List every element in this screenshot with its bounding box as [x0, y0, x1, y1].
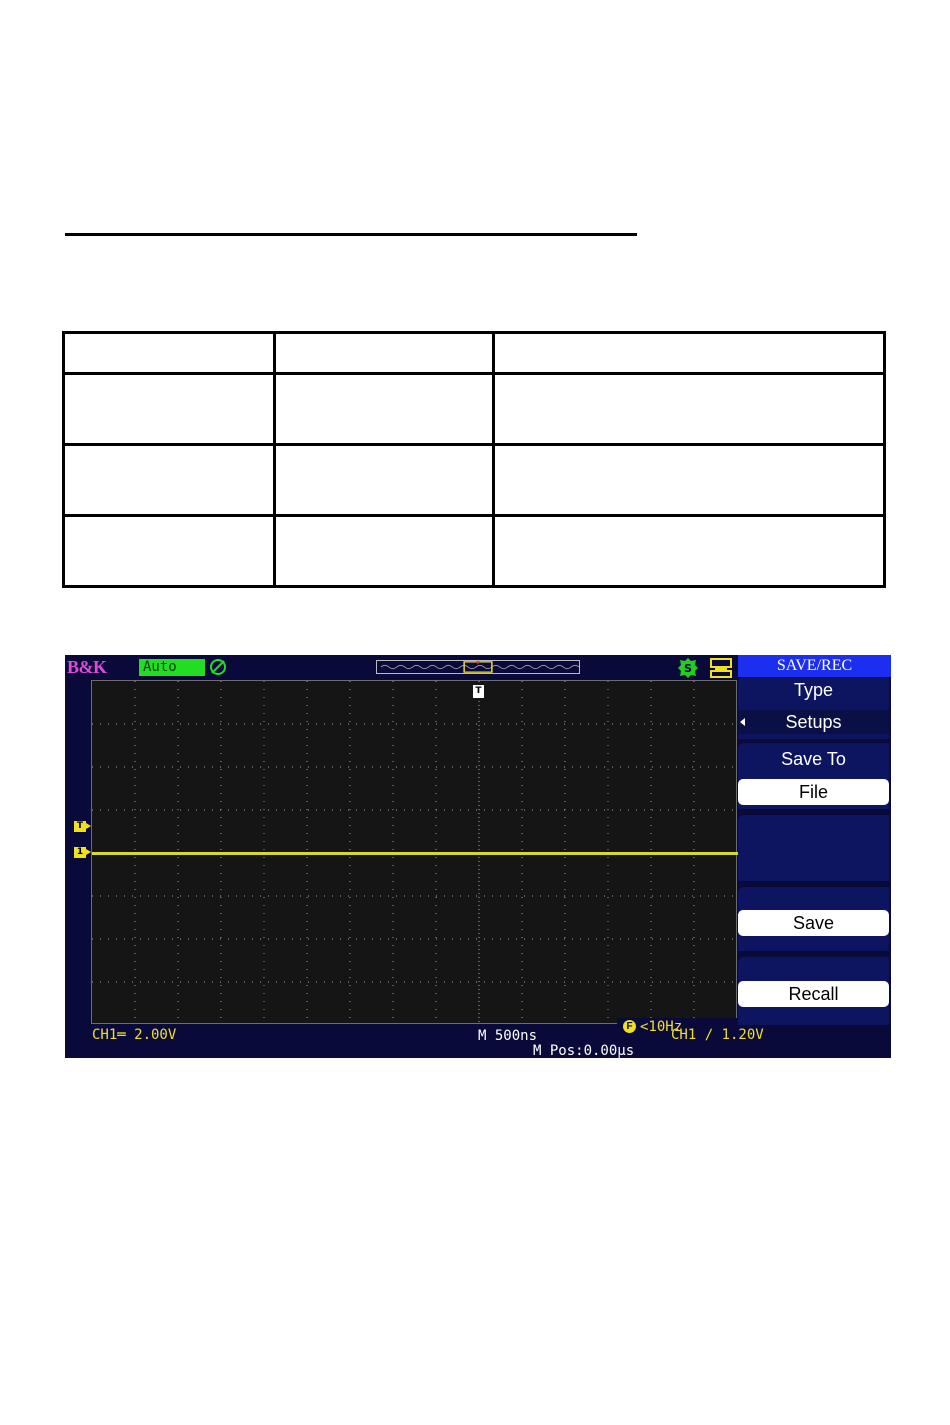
save-to-value: File	[738, 779, 889, 805]
table-header-row	[62, 331, 886, 375]
section-rule	[65, 233, 637, 236]
save-option[interactable]: Save	[738, 887, 889, 951]
memory-position-bar	[376, 660, 580, 674]
timebase: M 500ns	[478, 1028, 538, 1044]
table-cell	[62, 443, 276, 517]
ch1-scale: CH1═ 2.00V	[92, 1027, 177, 1043]
table-cell	[273, 443, 495, 517]
recall-button[interactable]: Recall	[738, 981, 889, 1007]
table-row	[62, 514, 886, 588]
type-value: Setups	[738, 710, 889, 734]
empty-option	[738, 815, 889, 881]
trigger-mode-badge: Auto	[139, 659, 205, 676]
trigger-status-icon	[210, 659, 226, 675]
table-cell	[273, 372, 495, 446]
type-label: Type	[793, 680, 834, 700]
table-cell	[273, 514, 495, 588]
type-option[interactable]: Type Setups	[738, 677, 889, 739]
memory-position: M Pos:0.00µs	[533, 1043, 635, 1058]
oscilloscope-screen: B&K Auto S F <10Hz T T 1 CH1═ 2.00V M 50…	[65, 655, 891, 1058]
ch1-ground-marker: 1	[74, 847, 91, 858]
table-cell	[62, 331, 276, 375]
save-button[interactable]: Save	[738, 910, 889, 936]
table-cell	[492, 514, 886, 588]
svg-text:S: S	[684, 662, 692, 675]
side-menu: SAVE/REC Type Setups Save To File Save R…	[738, 655, 891, 1058]
table-cell	[62, 372, 276, 446]
s-status-icon: S	[678, 658, 698, 678]
menu-title: SAVE/REC	[738, 655, 891, 677]
table-cell	[492, 372, 886, 446]
table-row	[62, 443, 886, 517]
table-cell	[492, 331, 886, 375]
table-row	[62, 372, 886, 446]
menu-table	[62, 331, 886, 588]
selector-arrow-icon	[740, 718, 745, 726]
save-to-label: Save To	[781, 749, 846, 769]
recall-option[interactable]: Recall	[738, 957, 889, 1025]
table-cell	[492, 443, 886, 517]
ch1-trace	[92, 852, 738, 855]
brand-logo: B&K	[67, 657, 107, 677]
table-cell	[62, 514, 276, 588]
trigger-level-marker: T	[74, 821, 91, 832]
waveform-grid: F <10Hz	[91, 680, 738, 1036]
frequency-icon: F	[623, 1020, 636, 1033]
save-to-option[interactable]: Save To File	[738, 743, 889, 809]
trigger-position-marker: T	[473, 685, 484, 698]
usb-storage-icon	[710, 658, 732, 678]
table-cell	[273, 331, 495, 375]
